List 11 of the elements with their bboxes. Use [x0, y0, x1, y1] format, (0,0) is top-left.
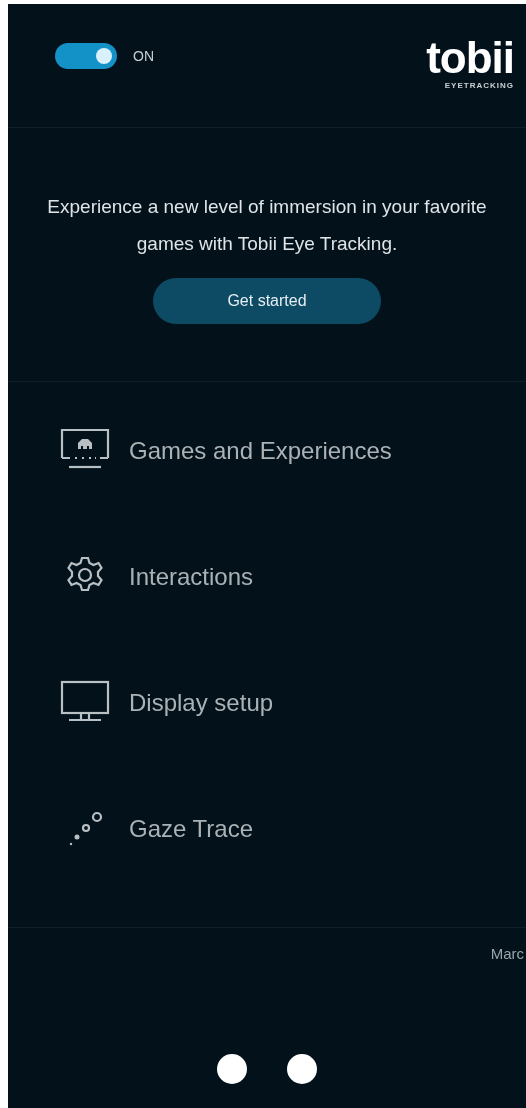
promo-text: Experience a new level of immersion in your favorite games with Tobii Eye Tracking. [46, 195, 488, 256]
toggle-switch[interactable] [55, 43, 117, 69]
logo-wordmark: tobii [426, 36, 514, 80]
toggle-label: ON [133, 46, 154, 66]
user-name: Marc [490, 944, 524, 964]
menu-item[interactable]: Gaze Trace [8, 801, 526, 927]
logo-tagline: EYETRACKING [444, 80, 514, 92]
menu-item[interactable]: Interactions [8, 549, 526, 675]
menu-item[interactable]: Games and Experiences [8, 423, 526, 549]
menu-item[interactable]: Display setup [8, 675, 526, 801]
get-started-button[interactable]: Get started [153, 278, 381, 324]
